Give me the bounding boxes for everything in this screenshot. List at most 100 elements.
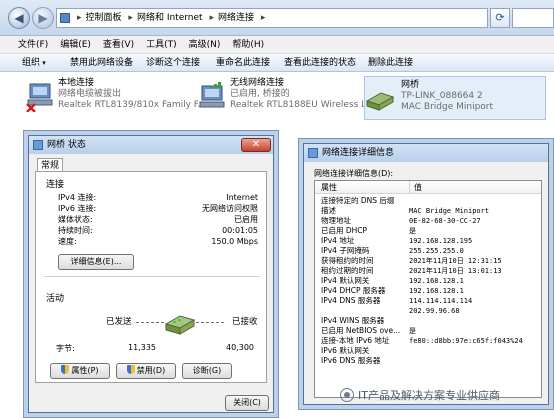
details-row-property: IPv6 默认网关 xyxy=(321,346,370,355)
details-list[interactable]: 属性 值 连接特定的 DNS 后缀 描述 MAC Bridge Miniport 物理… xyxy=(314,180,542,398)
details-list-header: 属性 值 xyxy=(315,181,541,194)
details-row-value: 是 xyxy=(409,227,416,235)
connection-wireless[interactable]: 无线网络连接 已启用, 桥接的 Realtek RTL8188EU Wirele… xyxy=(196,78,375,120)
column-header-property[interactable]: 属性 xyxy=(321,181,337,194)
details-row-value: 是 xyxy=(409,327,416,335)
address-bar-area: ◀ ▶ ▸ 控制面板 ▸ 网络和 Internet ▸ 网络连接 ▸ ⟳ xyxy=(0,0,554,36)
details-row-property: IPv4 地址 xyxy=(321,236,355,245)
details-row-value: 114.114.114.114 xyxy=(409,297,473,305)
column-header-value[interactable]: 值 xyxy=(409,181,422,194)
network-icon xyxy=(308,148,318,158)
menu-bar: 文件(F) 编辑(E) 查看(V) 工具(T) 高级(N) 帮助(H) xyxy=(0,36,554,54)
details-row-property: 物理地址 xyxy=(321,216,351,225)
uac-shield-icon xyxy=(61,365,70,374)
details-row[interactable]: IPv4 DHCP 服务器 192.168.128.1 xyxy=(315,286,541,296)
details-row-value: 2021年11月10日 12:31:15 xyxy=(409,257,502,265)
menu-view[interactable]: 查看(V) xyxy=(97,36,140,54)
details-row[interactable]: 获得租约的时间 2021年11月10日 12:31:15 xyxy=(315,256,541,266)
watermark: IT产品及解决方案专业供应商 xyxy=(340,388,554,418)
details-row[interactable]: 已启用 DHCP 是 xyxy=(315,226,541,236)
connection-name: 网桥 xyxy=(401,80,420,90)
sent-label: 已发送 xyxy=(106,317,132,327)
details-row[interactable]: IPv4 地址 192.168.128.195 xyxy=(315,236,541,246)
sent-line xyxy=(136,322,164,323)
dialog-title-bar: 网桥 状态 ✕ xyxy=(29,136,273,154)
network-bridge-icon xyxy=(365,92,395,111)
diagnose-connection-button[interactable]: 诊断这个连接 xyxy=(146,54,200,72)
connection-status: TP-LINK_088664 2 xyxy=(401,91,483,101)
network-adapter-disconnected-icon xyxy=(26,83,53,112)
details-button[interactable]: 详细信息(E)... xyxy=(58,254,134,270)
connection-name: 无线网络连接 xyxy=(230,78,285,88)
details-row[interactable]: 连接-本地 IPv6 地址 fe80::d8bb:97e:c65f:f043%24 xyxy=(315,336,541,346)
details-row-value: MAC Bridge Miniport xyxy=(409,207,490,215)
connection-adapter: Realtek RTL8139/810x Family F... xyxy=(58,100,207,110)
back-button[interactable]: ◀ xyxy=(8,7,30,29)
connection-bridge[interactable]: 网桥 TP-LINK_088664 2 MAC Bridge Miniport xyxy=(364,76,546,120)
wireless-adapter-icon xyxy=(199,82,225,108)
details-row[interactable]: 连接特定的 DNS 后缀 xyxy=(315,196,541,206)
menu-help[interactable]: 帮助(H) xyxy=(226,36,270,54)
close-button[interactable]: 关闭(C) xyxy=(225,395,269,411)
connection-section-header: 连接 xyxy=(46,180,65,190)
details-row-property: IPv4 WINS 服务器 xyxy=(321,316,385,325)
details-row-value: 0E-82-68-30-CC-27 xyxy=(409,217,481,225)
details-row[interactable]: IPv4 DNS 服务器 114.114.114.114 xyxy=(315,296,541,306)
address-field[interactable]: ▸ 控制面板 ▸ 网络和 Internet ▸ 网络连接 ▸ xyxy=(56,8,488,28)
bytes-label: 字节: xyxy=(56,344,75,353)
details-row[interactable]: IPv4 WINS 服务器 xyxy=(315,316,541,326)
activity-section-header: 活动 xyxy=(46,294,65,304)
connection-adapter: MAC Bridge Miniport xyxy=(401,102,494,112)
control-panel-icon xyxy=(60,13,70,23)
details-row-property: 描述 xyxy=(321,206,336,215)
menu-edit[interactable]: 编辑(E) xyxy=(54,36,97,54)
details-row-value: 192.168.128.195 xyxy=(409,237,473,245)
close-icon[interactable]: ✕ xyxy=(241,138,271,152)
tab-general[interactable]: 常规 xyxy=(37,158,63,172)
details-row[interactable]: IPv4 子网掩码 255.255.255.0 xyxy=(315,246,541,256)
details-row-property: IPv4 DNS 服务器 xyxy=(321,296,381,305)
details-row[interactable]: IPv6 默认网关 xyxy=(315,346,541,356)
command-bar: 组织 禁用此网络设备 诊断这个连接 重命名此连接 查看此连接的状态 删除此连接 xyxy=(0,54,554,72)
rename-connection-button[interactable]: 重命名此连接 xyxy=(216,54,270,72)
details-row[interactable]: IPv4 默认网关 192.168.128.1 xyxy=(315,276,541,286)
details-row-property: IPv6 DNS 服务器 xyxy=(321,356,381,365)
received-line xyxy=(196,322,224,323)
details-row-property: 连接特定的 DNS 后缀 xyxy=(321,196,395,205)
search-input[interactable] xyxy=(512,8,554,28)
forward-button[interactable]: ▶ xyxy=(32,7,54,29)
breadcrumb-control-panel[interactable]: 控制面板 xyxy=(86,13,122,23)
divider xyxy=(44,276,260,277)
details-row[interactable]: 已启用 NetBIOS ove... 是 xyxy=(315,326,541,336)
network-details-dialog: 网络连接详细信息 网络连接详细信息(D): 属性 值 连接特定的 DNS 后缀描… xyxy=(303,143,549,405)
connection-name: 本地连接 xyxy=(58,78,95,88)
dialog-title: 网络连接详细信息 xyxy=(322,148,395,158)
watermark-text: IT产品及解决方案专业供应商 xyxy=(358,389,500,402)
dialog-title-bar: 网络连接详细信息 xyxy=(304,144,548,162)
menu-advanced[interactable]: 高级(N) xyxy=(183,36,227,54)
dialog-title: 网桥 状态 xyxy=(47,140,86,150)
details-row[interactable]: 物理地址 0E-82-68-30-CC-27 xyxy=(315,216,541,226)
menu-tools[interactable]: 工具(T) xyxy=(140,36,183,54)
refresh-icon[interactable]: ⟳ xyxy=(490,8,510,28)
details-row[interactable]: 202.99.96.68 xyxy=(315,306,541,316)
details-row[interactable]: IPv6 DNS 服务器 xyxy=(315,356,541,366)
details-row[interactable]: 描述 MAC Bridge Miniport xyxy=(315,206,541,216)
details-row[interactable]: 租约过期的时间 2021年11月10日 13:01:13 xyxy=(315,266,541,276)
received-label: 已接收 xyxy=(232,317,258,327)
diagnose-button[interactable]: 诊断(G) xyxy=(182,363,232,379)
menu-file[interactable]: 文件(F) xyxy=(0,36,54,54)
details-row-property: 获得租约的时间 xyxy=(321,256,374,265)
view-status-button[interactable]: 查看此连接的状态 xyxy=(284,54,356,72)
properties-button[interactable]: 属性(P) xyxy=(50,363,110,379)
wechat-logo-icon xyxy=(340,388,354,402)
delete-connection-button[interactable]: 删除此连接 xyxy=(368,54,413,72)
details-row-value: 2021年11月10日 13:01:13 xyxy=(409,267,502,275)
breadcrumb-network-connections[interactable]: 网络连接 xyxy=(218,13,254,23)
uac-shield-icon xyxy=(126,365,135,374)
organize-button[interactable]: 组织 xyxy=(22,54,46,72)
breadcrumb-network-internet[interactable]: 网络和 Internet xyxy=(137,13,203,23)
connection-local[interactable]: 本地连接 网络电缆被拔出 Realtek RTL8139/810x Family… xyxy=(24,78,206,120)
disable-device-button[interactable]: 禁用此网络设备 xyxy=(70,54,133,72)
disable-button[interactable]: 禁用(D) xyxy=(116,363,176,379)
